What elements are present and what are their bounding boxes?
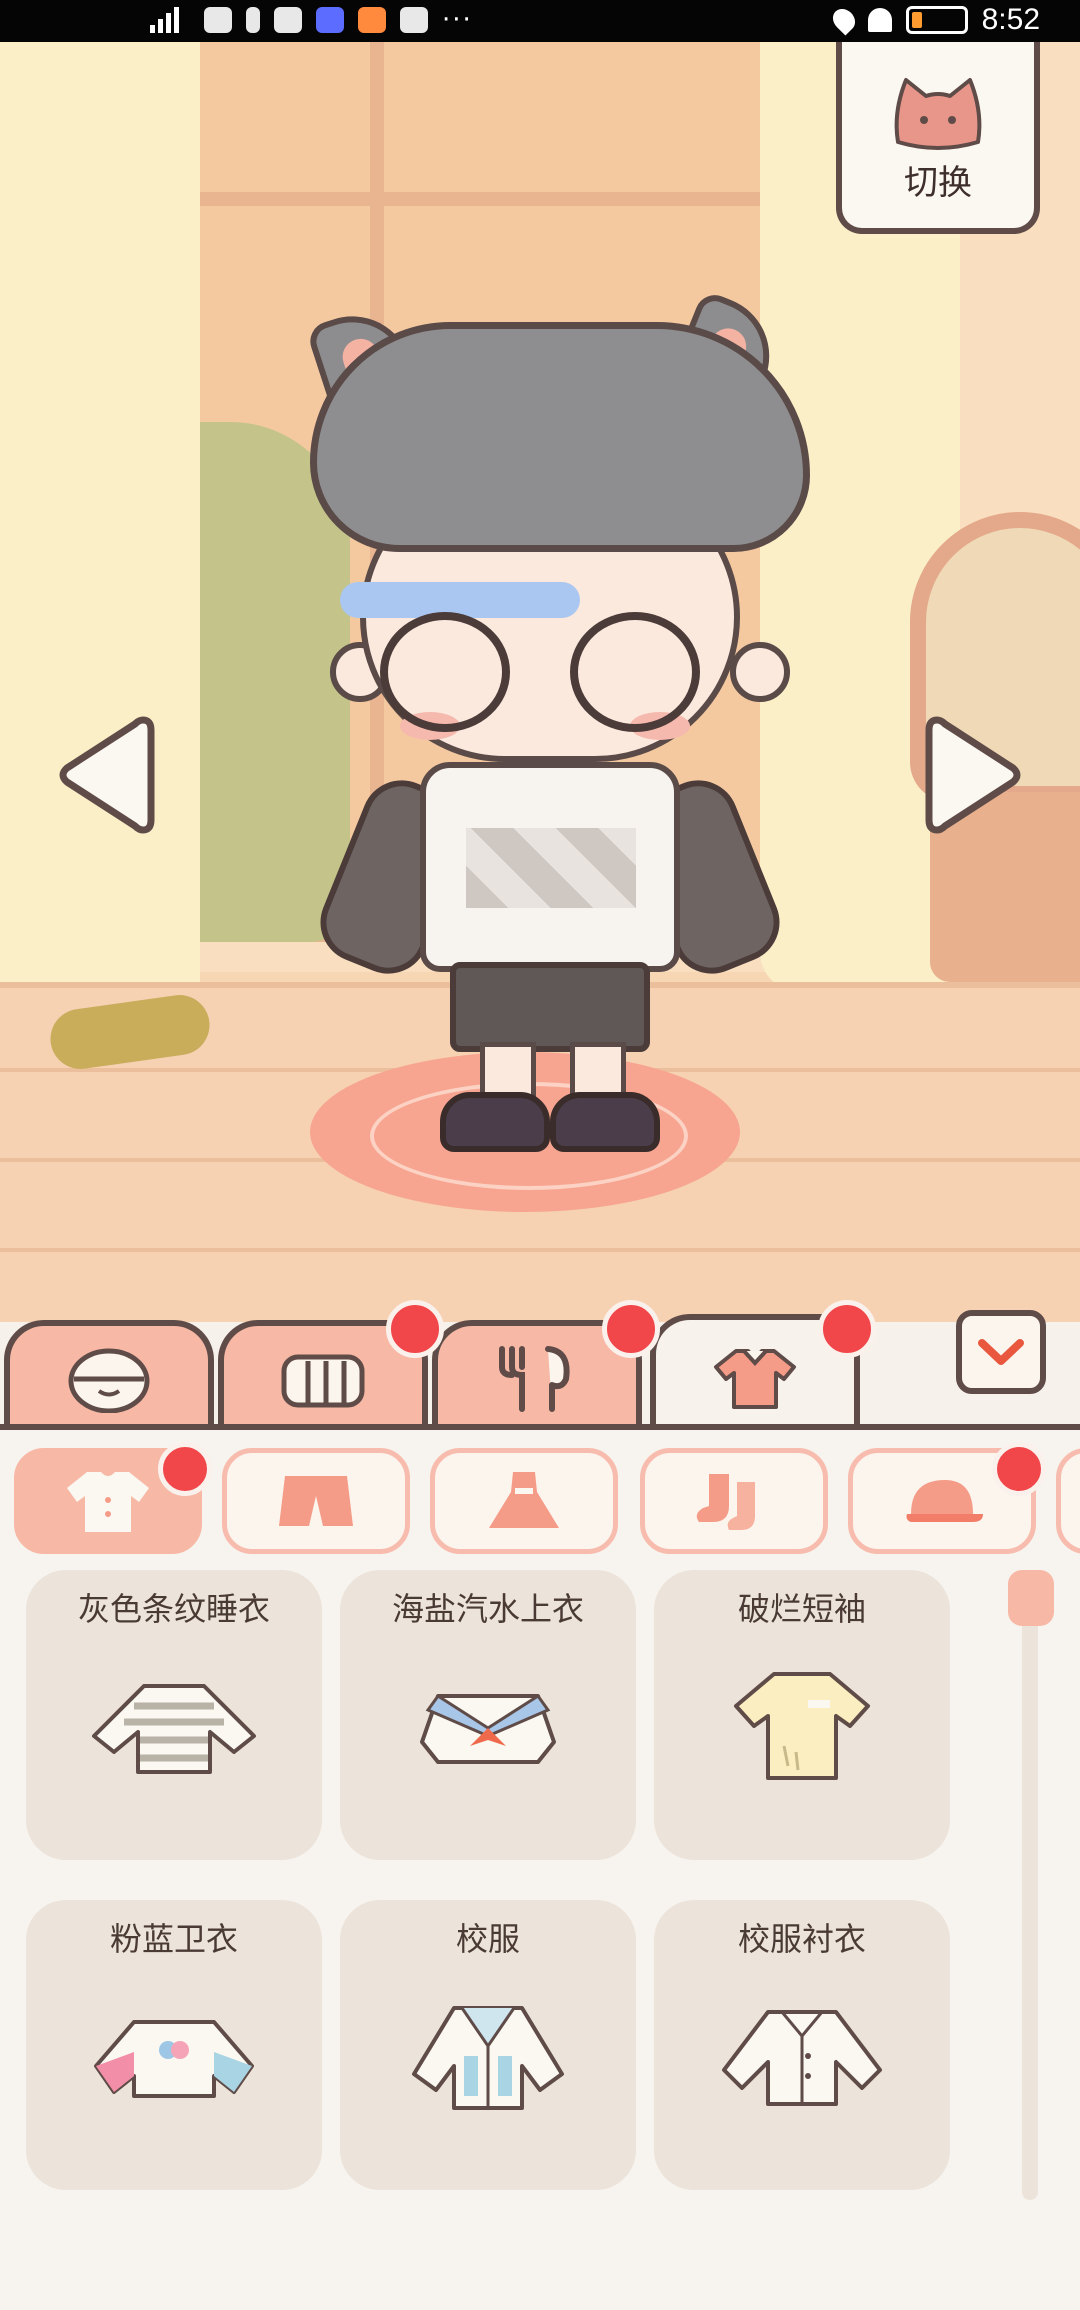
item-card[interactable]: 破烂短袖 (654, 1570, 950, 1860)
next-outfit-button[interactable] (925, 710, 1025, 840)
status-bar: ··· 8:52 (0, 0, 1080, 42)
character-scene (0, 42, 1080, 1322)
avatar-headband (340, 582, 580, 618)
avatar-ear-right (730, 642, 790, 702)
notification-app-icon (274, 7, 302, 33)
video-app-icon (358, 7, 386, 33)
avatar-shoe-right (550, 1092, 660, 1152)
item-card[interactable]: 校服衬衣 (654, 1900, 950, 2190)
avatar-hair (310, 322, 810, 552)
item-card[interactable]: 粉蓝卫衣 (26, 1900, 322, 2190)
subcategory-bar (0, 1438, 1080, 1558)
striped-sweater-icon (92, 1684, 256, 1774)
floor-plank-line (0, 1248, 1080, 1252)
wardrobe-panel: 灰色条纹睡衣 海盐汽水上衣 破烂短袖 粉蓝卫衣 校服 校服衬衣 (0, 1430, 1080, 2310)
item-name: 破烂短袖 (737, 1590, 866, 1628)
music-app-icon (316, 7, 344, 33)
sailor-top-icon (420, 1693, 556, 1764)
item-card[interactable]: 灰色条纹睡衣 (26, 1570, 322, 1860)
prev-outfit-button[interactable] (55, 710, 155, 840)
avatar-shoe-left (440, 1092, 550, 1152)
tab-face[interactable] (4, 1320, 214, 1430)
item-name: 灰色条纹睡衣 (77, 1590, 270, 1628)
shorts-icon (279, 1476, 353, 1526)
browser-app-icon (400, 7, 428, 33)
subtab-more[interactable] (1056, 1448, 1080, 1554)
avatar-glasses (570, 612, 700, 732)
collapse-panel-button[interactable] (956, 1310, 1046, 1394)
item-card[interactable]: 校服 (340, 1900, 636, 2190)
top-icon (67, 1472, 149, 1532)
school-uniform-icon (412, 2006, 564, 2110)
category-tab-bar (0, 1300, 1080, 1436)
item-name: 校服 (455, 1920, 520, 1958)
dress-icon (489, 1472, 559, 1528)
cap-icon (906, 1480, 983, 1522)
wifi-icon (204, 7, 232, 33)
mute-bell-icon (867, 8, 892, 32)
item-scrollbar-track[interactable] (1022, 1580, 1038, 2200)
hats-new-badge (992, 1442, 1046, 1496)
subtab-dresses[interactable] (430, 1448, 618, 1554)
tops-new-badge (158, 1442, 212, 1496)
item-card[interactable]: 海盐汽水上衣 (340, 1570, 636, 1860)
battery-icon (905, 6, 968, 34)
sim-icon (246, 7, 260, 33)
hair-new-badge (386, 1300, 444, 1358)
subtab-bottoms[interactable] (222, 1448, 410, 1554)
item-name: 校服衬衣 (737, 1920, 866, 1958)
right-arrow-icon (925, 716, 1021, 834)
item-name: 海盐汽水上衣 (391, 1590, 584, 1628)
window-frame (110, 192, 810, 206)
hair-icon (281, 1354, 365, 1408)
clothing-new-badge (818, 1300, 876, 1358)
left-curtain (0, 42, 200, 1042)
accessory-icon (499, 1346, 570, 1412)
pink-blue-hoodie-icon (94, 2020, 254, 2098)
item-name: 粉蓝卫衣 (109, 1920, 238, 1958)
switch-character-button[interactable]: 切换 (836, 42, 1040, 234)
switch-label: 切换 (904, 163, 972, 203)
status-icons-right: 8:52 (828, 0, 1040, 40)
item-scrollbar-thumb[interactable] (1008, 1570, 1054, 1626)
socks-icon (696, 1474, 755, 1530)
signal-icon (150, 7, 190, 33)
avatar-sweater-vest (420, 762, 680, 972)
chevron-down-icon (978, 1339, 1024, 1365)
status-icons-left: ··· (150, 2, 473, 38)
accessories-new-badge (602, 1300, 660, 1358)
player-avatar[interactable] (300, 289, 810, 1192)
school-shirt-icon (722, 2010, 882, 2106)
avatar-shorts (450, 962, 650, 1052)
left-arrow-icon (59, 716, 155, 834)
face-icon (68, 1348, 150, 1413)
torn-tshirt-icon (734, 1672, 870, 1780)
subtab-socks[interactable] (640, 1448, 828, 1554)
avatar-glasses (380, 612, 510, 732)
argyle-pattern (466, 828, 636, 908)
cat-head-icon (894, 78, 982, 150)
more-notifications-icon: ··· (442, 5, 473, 35)
location-icon (828, 4, 860, 36)
status-time: 8:52 (981, 3, 1040, 36)
shirt-icon (714, 1349, 796, 1409)
